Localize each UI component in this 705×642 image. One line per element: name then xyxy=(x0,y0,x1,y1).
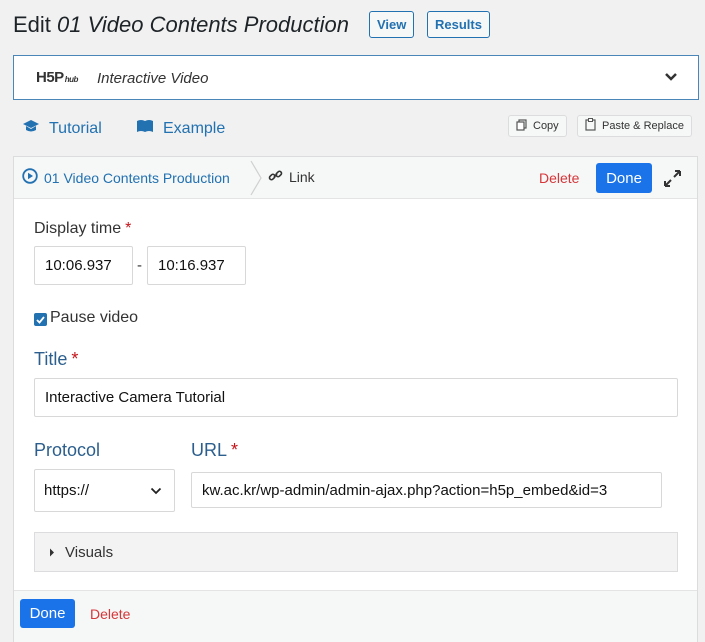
library-selector[interactable]: H5Phub Interactive Video xyxy=(13,55,699,100)
breadcrumb-separator-icon xyxy=(250,160,262,201)
tutorial-link[interactable]: Tutorial xyxy=(22,119,102,138)
time-separator: - xyxy=(137,257,142,274)
paste-replace-label: Paste & Replace xyxy=(602,120,684,132)
library-name: Interactive Video xyxy=(97,70,209,87)
protocol-value: https:// xyxy=(44,482,90,499)
page-title-prefix: Edit xyxy=(13,12,51,37)
fullscreen-icon[interactable] xyxy=(663,169,682,193)
example-label: Example xyxy=(163,119,226,137)
start-time-input[interactable]: 10:06.937 xyxy=(34,246,133,285)
visuals-label: Visuals xyxy=(65,543,114,561)
breadcrumb-parent[interactable]: 01 Video Contents Production xyxy=(22,168,230,187)
required-mark: * xyxy=(231,440,239,460)
caret-right-icon xyxy=(49,544,55,561)
results-button[interactable]: Results xyxy=(427,11,490,38)
copy-button[interactable]: Copy xyxy=(508,115,567,137)
protocol-label: Protocol xyxy=(34,440,101,460)
page-title-content: 01 Video Contents Production xyxy=(57,12,349,37)
h5p-hub-logo: H5Phub xyxy=(36,69,78,86)
required-mark: * xyxy=(125,220,132,237)
pause-video-label: Pause video xyxy=(50,309,139,326)
chevron-down-icon xyxy=(150,484,162,502)
link-icon xyxy=(268,168,283,186)
h5p-logo-sub: hub xyxy=(64,75,79,84)
url-label-text: URL xyxy=(191,440,228,460)
breadcrumb-current-label: Link xyxy=(289,169,315,185)
title-input[interactable]: Interactive Camera Tutorial xyxy=(34,378,678,417)
visuals-section[interactable]: Visuals xyxy=(34,532,678,572)
chevron-down-icon[interactable] xyxy=(664,67,678,92)
done-button-bottom[interactable]: Done xyxy=(20,599,75,628)
paste-replace-button[interactable]: Paste & Replace xyxy=(577,115,692,137)
end-time-input[interactable]: 10:16.937 xyxy=(147,246,246,285)
view-button[interactable]: View xyxy=(369,11,415,38)
title-label-text: Title xyxy=(34,349,68,369)
example-link[interactable]: Example xyxy=(136,119,225,138)
breadcrumb-current: Link xyxy=(268,168,315,186)
tutorial-label: Tutorial xyxy=(49,119,102,137)
page-title: Edit 01 Video Contents Production xyxy=(13,12,349,38)
done-button-top[interactable]: Done xyxy=(596,163,652,193)
copy-label: Copy xyxy=(533,120,559,132)
required-mark: * xyxy=(71,349,79,369)
breadcrumb-parent-label: 01 Video Contents Production xyxy=(44,169,230,186)
clipboard-icon xyxy=(585,118,596,134)
url-input[interactable]: kw.ac.kr/wp-admin/admin-ajax.php?action=… xyxy=(191,472,662,508)
display-time-label-text: Display time xyxy=(34,220,122,237)
checkmark-icon xyxy=(36,311,45,329)
graduation-cap-icon xyxy=(22,119,40,138)
play-circle-icon xyxy=(22,168,38,187)
title-label: Title * xyxy=(34,349,78,370)
delete-button-top[interactable]: Delete xyxy=(539,170,579,186)
copy-icon xyxy=(516,118,527,134)
h5p-logo-text: H5P xyxy=(36,69,64,86)
pause-video-checkbox[interactable] xyxy=(34,313,47,326)
book-icon xyxy=(136,119,154,138)
display-time-label: Display time * xyxy=(34,220,131,238)
delete-button-bottom[interactable]: Delete xyxy=(90,606,130,622)
protocol-select[interactable]: https:// xyxy=(34,469,175,512)
url-label: URL * xyxy=(191,440,238,461)
